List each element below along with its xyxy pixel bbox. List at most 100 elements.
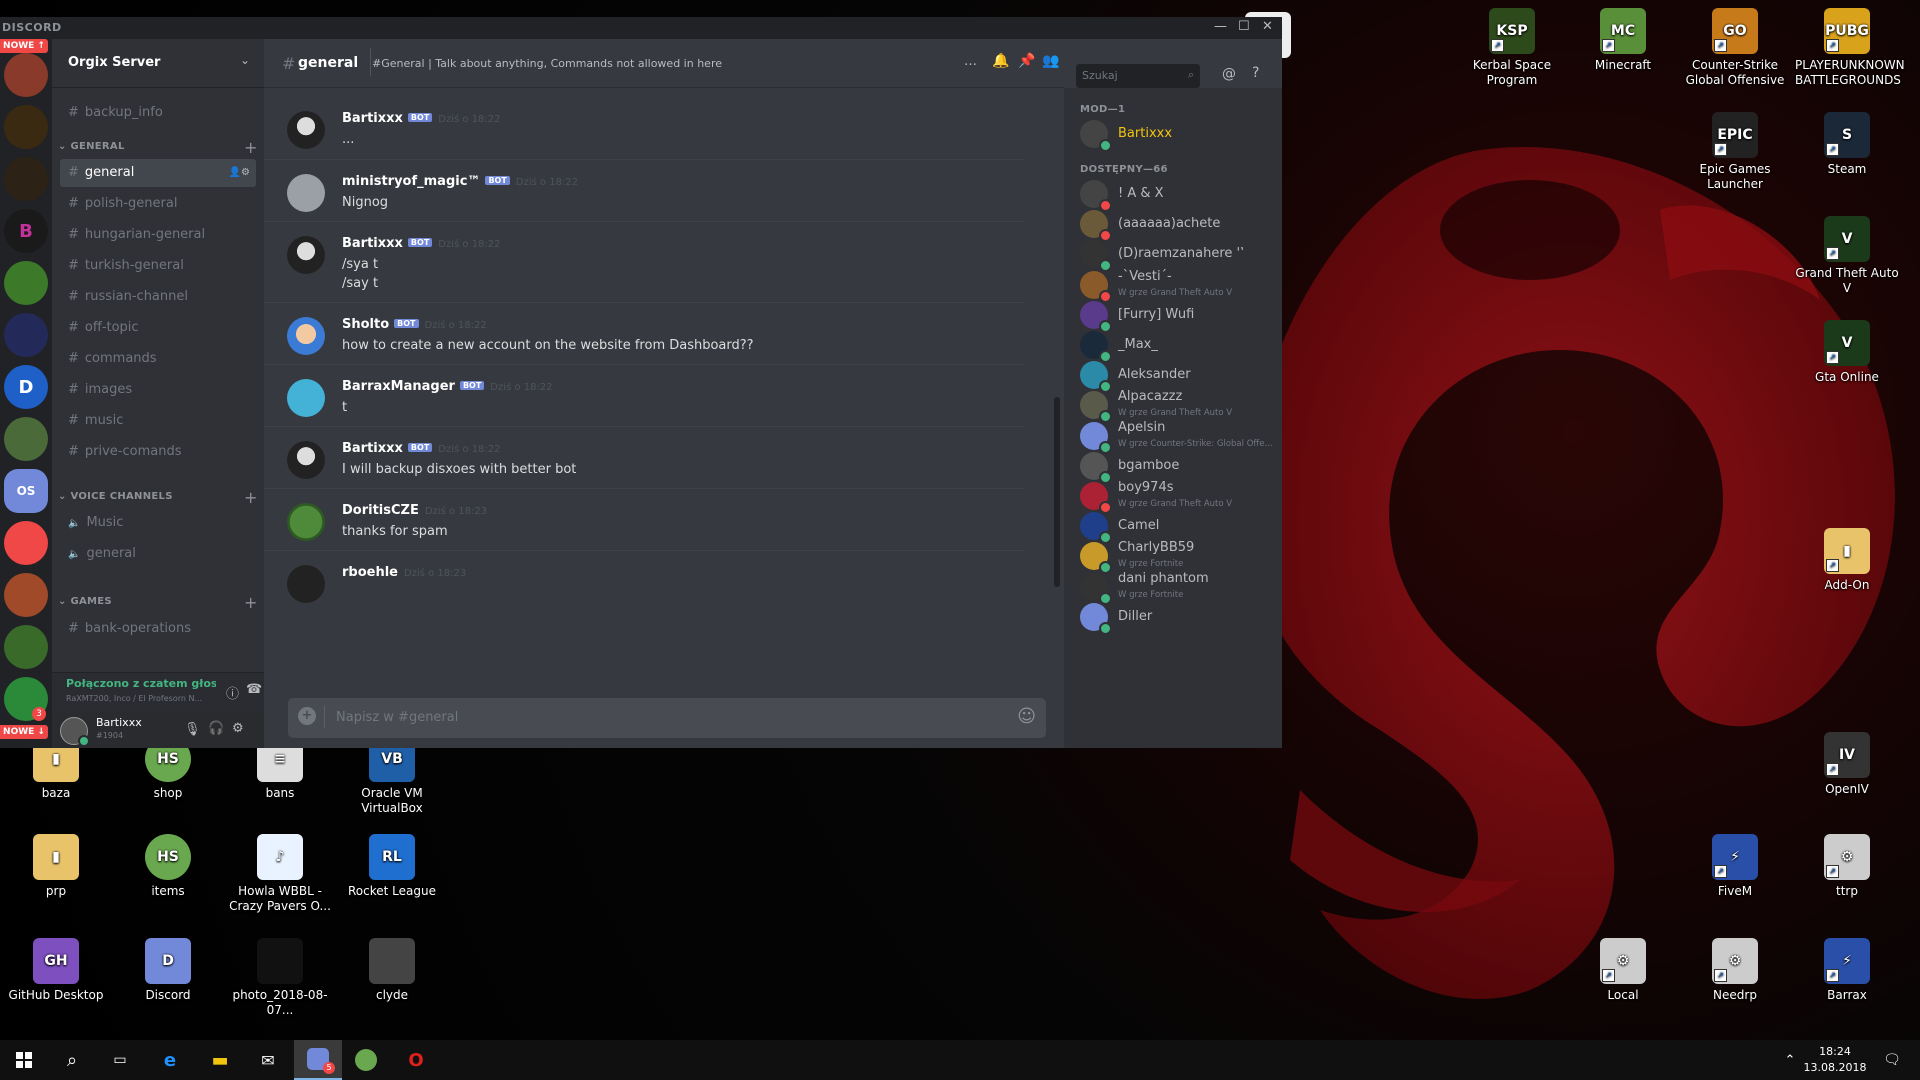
disconnect-icon[interactable]: ☎ xyxy=(246,682,262,697)
desktop-icon[interactable]: ⚙ ↗ Local xyxy=(1571,938,1675,1003)
help-icon[interactable]: ? xyxy=(1252,65,1259,81)
new-mentions-top-badge[interactable]: NOWE ↑ xyxy=(0,39,48,53)
channel-item[interactable]: # backup_info xyxy=(60,99,256,127)
search-icon[interactable]: ⌕ xyxy=(48,1040,96,1080)
search-input[interactable]: Szukaj ⌕ xyxy=(1076,64,1200,88)
server-icon[interactable] xyxy=(4,625,48,669)
desktop-icon[interactable]: EPIC ↗ Epic Games Launcher xyxy=(1683,112,1787,192)
microphone-icon[interactable]: 🎙 xyxy=(184,722,201,737)
channel-item[interactable]: # polish-general xyxy=(60,190,256,218)
message-author[interactable]: Bartixxx xyxy=(342,111,403,126)
desktop-icon[interactable]: PUBG ↗ PLAYERUNKNOWN BATTLEGROUNDS xyxy=(1795,8,1905,88)
channel-item[interactable]: # turkish-general xyxy=(60,252,256,280)
task-view-icon[interactable]: ▭ xyxy=(96,1040,144,1080)
member-item[interactable]: CharlyBB59 W grze Fortnite xyxy=(1080,540,1280,575)
desktop-icon[interactable]: MC ↗ Minecraft xyxy=(1571,8,1675,73)
server-icon[interactable] xyxy=(4,105,48,149)
member-item[interactable]: Bartixxx xyxy=(1080,118,1280,152)
member-item[interactable]: Aleksander xyxy=(1080,359,1280,394)
message-author[interactable]: BarraxManager xyxy=(342,379,455,394)
channel-item[interactable]: 🔈 Music xyxy=(60,509,256,537)
avatar[interactable] xyxy=(287,236,325,274)
scrollbar[interactable] xyxy=(1054,397,1060,587)
desktop-icon[interactable]: HS items xyxy=(116,834,220,899)
desktop-icon[interactable]: V ↗ Gta Online xyxy=(1795,320,1899,385)
category-header[interactable]: ⌄ GENERAL + xyxy=(58,138,257,157)
member-item[interactable]: Apelsin W grze Counter-Strike: Global Off… xyxy=(1080,420,1280,454)
start-button[interactable] xyxy=(0,1040,48,1080)
message-author[interactable]: rboehle xyxy=(342,565,398,580)
desktop-icon[interactable]: VB Oracle VM VirtualBox xyxy=(340,736,444,816)
message[interactable]: rboehle Dziś o 18:23 xyxy=(264,550,1024,610)
message-author[interactable]: DoritisCZE xyxy=(342,503,419,518)
member-item[interactable]: [Furry] Wufi xyxy=(1080,299,1280,333)
headphones-icon[interactable]: 🎧 xyxy=(208,721,224,736)
avatar[interactable] xyxy=(287,503,325,541)
desktop-icon[interactable]: GO ↗ Counter-Strike Global Offensive xyxy=(1683,8,1787,88)
member-item[interactable]: Camel xyxy=(1080,510,1280,545)
gear-icon[interactable]: ⚙ xyxy=(232,721,244,736)
server-icon[interactable] xyxy=(4,53,48,97)
server-icon[interactable] xyxy=(4,261,48,305)
mail-icon[interactable]: ✉ xyxy=(244,1040,292,1080)
bell-icon[interactable]: 🔔 xyxy=(992,53,1009,69)
member-item[interactable]: dani phantom W grze Fortnite xyxy=(1080,571,1280,605)
server-icon[interactable] xyxy=(4,313,48,357)
add-channel-icon[interactable]: + xyxy=(244,593,258,612)
channel-item[interactable]: # commands xyxy=(60,345,256,373)
message-author[interactable]: ministryof_magic™ xyxy=(342,174,480,189)
channel-item[interactable]: # images xyxy=(60,376,256,404)
pin-icon[interactable]: 📌 xyxy=(1018,53,1035,69)
desktop-icon[interactable]: S ↗ Steam xyxy=(1795,112,1899,177)
member-item[interactable]: bgamboe xyxy=(1080,450,1280,484)
emoji-icon[interactable]: ☺ xyxy=(1017,706,1036,727)
category-header[interactable]: ⌄ GAMES + xyxy=(58,593,257,612)
message[interactable]: Bartixxx BOT Dziś o 18:22... xyxy=(264,97,1024,156)
clock[interactable]: 18:24 13.08.2018 xyxy=(1800,1044,1870,1076)
channel-item[interactable]: # russian-channel xyxy=(60,283,256,311)
member-item[interactable]: (aaaaaa)achete xyxy=(1080,208,1280,243)
category-header[interactable]: ⌄ VOICE CHANNELS + xyxy=(58,488,257,507)
message-composer[interactable]: + Napisz w #general ☺ xyxy=(288,698,1046,738)
desktop-icon[interactable]: GH GitHub Desktop xyxy=(4,938,108,1003)
desktop-icon[interactable]: ♪ Howla WBBL - Crazy Pavers O... xyxy=(228,834,332,914)
message[interactable]: Bartixxx BOT Dziś o 18:22/sya t/say t xyxy=(264,221,1024,300)
desktop-icon[interactable]: D Discord xyxy=(116,938,220,1003)
channel-item[interactable]: # general 👤⚙ xyxy=(60,159,256,187)
server-icon[interactable] xyxy=(4,157,48,201)
notification-center-icon[interactable]: 🗨 xyxy=(1868,1040,1916,1080)
member-item[interactable]: Diller xyxy=(1080,601,1280,635)
member-item[interactable]: (D)raemzanahere '‛ xyxy=(1080,238,1280,273)
desktop-icon[interactable]: ⚙ ↗ Needrp xyxy=(1683,938,1787,1003)
server-header[interactable]: Orgix Server ⌄ xyxy=(52,39,264,88)
desktop-icon[interactable]: IV ↗ OpenIV xyxy=(1795,732,1899,797)
file-explorer-icon[interactable]: ▬ xyxy=(196,1040,244,1080)
message-author[interactable]: Bartixxx xyxy=(342,236,403,251)
desktop-icon[interactable]: RL Rocket League xyxy=(340,834,444,899)
new-mentions-bottom-badge[interactable]: NOWE ↓ xyxy=(0,725,48,739)
message[interactable]: Bartixxx BOT Dziś o 18:22 I will backup dis… xyxy=(264,426,1024,486)
message[interactable]: ministryof_magic™ BOT Dziś o 18:22 Nignog xyxy=(264,159,1024,219)
desktop-icon[interactable]: ⚡ ↗ FiveM xyxy=(1683,834,1787,899)
avatar[interactable] xyxy=(287,317,325,355)
desktop-icon[interactable]: ⚡ ↗ Barrax xyxy=(1795,938,1899,1003)
close-button[interactable]: ✕ xyxy=(1262,19,1273,34)
desktop-icon[interactable]: V ↗ Grand Theft Auto V xyxy=(1795,216,1899,296)
server-icon[interactable] xyxy=(4,417,48,461)
invite-icon[interactable]: 👤⚙ xyxy=(229,159,250,187)
more-icon[interactable]: … xyxy=(964,54,977,69)
avatar[interactable] xyxy=(287,441,325,479)
hs-app-icon[interactable] xyxy=(342,1040,390,1080)
server-icon[interactable] xyxy=(4,573,48,617)
channel-item[interactable]: 🔈 general xyxy=(60,540,256,568)
discord-taskbar-icon[interactable]: 5 xyxy=(294,1040,342,1080)
member-item[interactable]: -`Vesti´- W grze Grand Theft Auto V xyxy=(1080,269,1280,303)
message[interactable]: BarraxManager BOT Dziś o 18:22 t xyxy=(264,364,1024,424)
desktop-icon[interactable]: clyde xyxy=(340,938,444,1003)
message[interactable]: DoritisCZE Dziś o 18:23 thanks for spam xyxy=(264,488,1024,548)
desktop-icon[interactable]: ▮ prp xyxy=(4,834,108,899)
member-item[interactable]: Alpacazzz W grze Grand Theft Auto V xyxy=(1080,389,1280,424)
info-icon[interactable]: ⓘ xyxy=(226,683,239,702)
avatar[interactable] xyxy=(287,111,325,149)
avatar[interactable] xyxy=(287,565,325,603)
